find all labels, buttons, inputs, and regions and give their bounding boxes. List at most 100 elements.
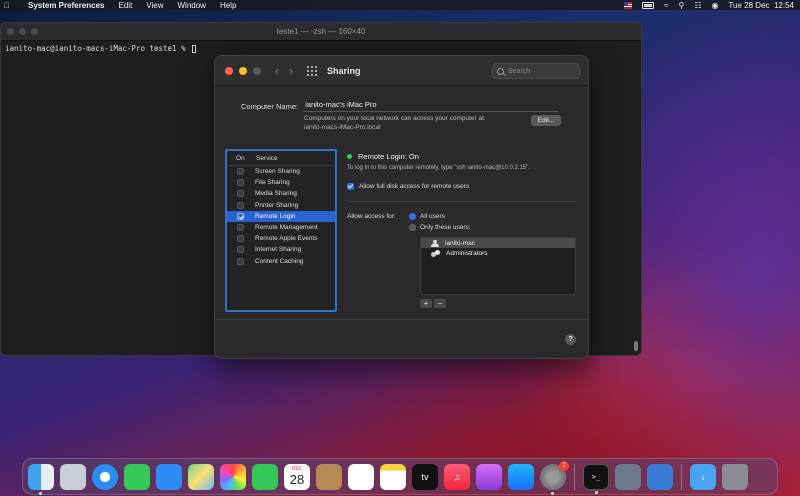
calendar-icon[interactable]: DEC 28	[284, 463, 310, 490]
facetime-icon[interactable]	[252, 463, 278, 490]
only-these-users-radio[interactable]	[409, 224, 416, 231]
menu-edit[interactable]: Edit	[119, 1, 133, 10]
script-editor-icon[interactable]	[615, 463, 641, 490]
finder-icon[interactable]	[28, 463, 54, 495]
search-field[interactable]: Search	[492, 63, 580, 79]
network-info-line1: Computers on your local network can acce…	[304, 115, 486, 122]
service-label: Content Caching	[255, 257, 304, 265]
service-row-remote-apple-events[interactable]: Remote Apple Events	[227, 233, 335, 244]
service-row-content-caching[interactable]: Content Caching	[227, 256, 335, 267]
service-checkbox[interactable]	[237, 168, 244, 176]
launchpad-icon[interactable]	[60, 463, 86, 490]
service-checkbox-checked[interactable]	[237, 212, 244, 220]
menu-app-name[interactable]: System Preferences	[28, 1, 105, 10]
downloads-folder-icon[interactable]: ↓	[690, 463, 716, 490]
maps-icon[interactable]	[188, 463, 214, 490]
dock-separator	[574, 463, 575, 490]
user-icon	[431, 239, 439, 247]
footer-divider	[215, 319, 588, 320]
service-checkbox[interactable]	[237, 201, 244, 209]
terminal-prompt[interactable]: ianito-mac@ianito-macs-iMac-Pro teste1 %	[1, 41, 641, 56]
service-label: Internet Sharing	[255, 246, 302, 254]
only-these-users-option[interactable]: Only these users:	[409, 224, 471, 231]
sharing-window-controls	[225, 66, 261, 75]
computer-name-row: Computer Name: ianito-mac's iMac Pro	[241, 100, 559, 112]
all-users-option[interactable]: All users	[409, 213, 445, 220]
header-service: Service	[256, 155, 278, 162]
running-indicator	[595, 490, 598, 494]
menu-view[interactable]: View	[146, 1, 163, 10]
service-label: Screen Sharing	[255, 168, 300, 176]
system-preferences-icon[interactable]: 2	[540, 460, 569, 495]
service-checkbox[interactable]	[237, 190, 244, 198]
scrollbar-thumb[interactable]	[634, 341, 638, 351]
service-checkbox[interactable]	[237, 246, 244, 254]
full-disk-access-row[interactable]: Allow full disk access for remote users	[347, 183, 469, 190]
remote-login-status: Remote Login: On	[347, 152, 419, 161]
running-indicator	[39, 491, 42, 495]
notes-icon[interactable]	[380, 463, 406, 490]
battery-icon[interactable]	[642, 1, 655, 9]
service-row-file-sharing[interactable]: File Sharing	[227, 177, 335, 188]
input-source-flag-icon[interactable]	[624, 1, 633, 9]
service-checkbox[interactable]	[237, 235, 244, 243]
terminal-scrollbar[interactable]	[634, 43, 638, 351]
menu-clock[interactable]: Tue 28 Dec 12:54	[728, 1, 794, 10]
mail-icon[interactable]	[156, 463, 182, 490]
spotlight-icon[interactable]: ⚲	[678, 1, 684, 10]
notification-badge: 2	[559, 460, 569, 471]
help-button[interactable]: ?	[565, 334, 576, 345]
menu-help[interactable]: Help	[220, 1, 236, 10]
full-disk-access-checkbox[interactable]	[347, 183, 354, 190]
podcasts-icon[interactable]	[476, 463, 502, 490]
user-row-administrators[interactable]: Administrators	[421, 248, 575, 258]
sharing-toolbar[interactable]: ‹ › Sharing Search	[215, 56, 588, 86]
terminal-cursor	[192, 45, 197, 53]
contacts-icon[interactable]	[316, 463, 342, 490]
menu-window[interactable]: Window	[178, 1, 206, 10]
minimize-icon[interactable]	[239, 66, 247, 75]
edit-button[interactable]: Edit...	[531, 115, 561, 126]
service-row-remote-login[interactable]: Remote Login	[227, 210, 335, 222]
reminders-icon[interactable]	[348, 463, 374, 490]
dock: DEC 28 tv ♫ 2 >_ ↓	[22, 458, 778, 495]
forward-arrow-icon[interactable]: ›	[289, 64, 293, 78]
computer-name-input[interactable]: ianito-mac's iMac Pro	[303, 100, 559, 112]
terminal-titlebar[interactable]: teste1 — -zsh — 160×40	[1, 23, 641, 41]
back-arrow-icon[interactable]: ‹	[275, 64, 279, 78]
service-row-media-sharing[interactable]: Media Sharing	[227, 188, 335, 199]
safari-icon[interactable]	[92, 463, 118, 490]
app-store-icon[interactable]	[508, 463, 534, 490]
control-center-icon[interactable]: ☷	[694, 1, 701, 10]
service-checkbox[interactable]	[237, 224, 244, 232]
service-row-internet-sharing[interactable]: Internet Sharing	[227, 244, 335, 255]
user-row-ianito-mac[interactable]: ianito-mac	[421, 238, 575, 248]
service-row-screen-sharing[interactable]: Screen Sharing	[227, 166, 335, 177]
music-icon[interactable]: ♫	[444, 463, 470, 490]
service-label: Remote Apple Events	[255, 235, 318, 243]
service-row-printer-sharing[interactable]: Printer Sharing	[227, 200, 335, 211]
tv-icon[interactable]: tv	[412, 463, 438, 490]
all-users-radio[interactable]	[409, 213, 416, 220]
terminal-icon[interactable]: >_	[583, 463, 609, 494]
service-row-remote-management[interactable]: Remote Management	[227, 222, 335, 233]
close-icon[interactable]	[225, 66, 233, 75]
service-checkbox[interactable]	[237, 257, 244, 265]
show-all-grid-icon[interactable]	[307, 65, 317, 76]
allow-access-label: Allow access for:	[347, 213, 396, 220]
network-info-line2: ianito-macs-iMac-Pro.local	[304, 124, 381, 131]
add-user-button[interactable]: +	[420, 299, 432, 308]
add-remove-buttons: + −	[420, 299, 446, 308]
trash-icon[interactable]	[722, 463, 748, 490]
remove-user-button[interactable]: −	[434, 299, 446, 308]
service-label: Remote Login	[255, 212, 296, 220]
service-label: Media Sharing	[255, 190, 297, 198]
siri-icon[interactable]: ◉	[711, 1, 718, 10]
apple-menu-icon[interactable]: 	[4, 1, 14, 10]
wifi-icon[interactable]: ≈	[664, 1, 668, 10]
messages-icon[interactable]	[124, 463, 150, 490]
service-checkbox[interactable]	[237, 179, 244, 187]
instruments-icon[interactable]	[647, 463, 673, 490]
photos-icon[interactable]	[220, 463, 246, 490]
zoom-icon[interactable]	[253, 66, 261, 75]
